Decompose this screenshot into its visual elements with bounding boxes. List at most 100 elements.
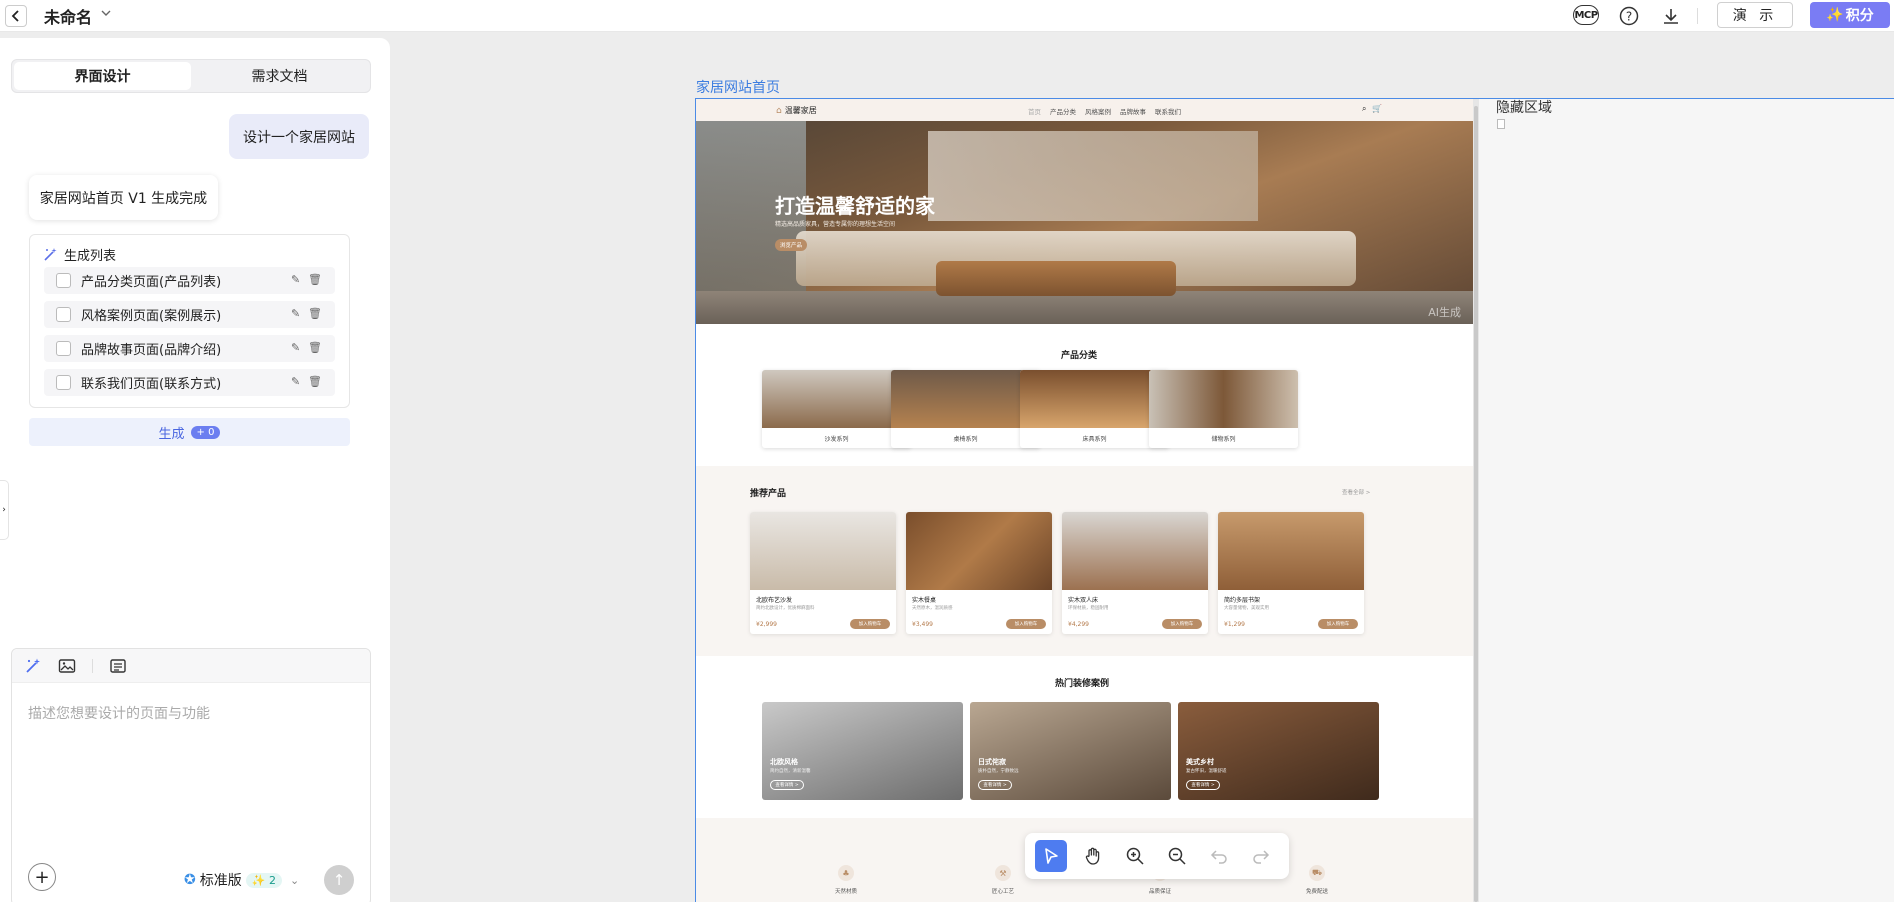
recommended-title: 推荐产品 [750, 489, 787, 499]
preview-menu-item[interactable]: 产品分类 [1050, 106, 1076, 116]
product-card[interactable]: 实木餐桌 天然原木，温润质感 ¥3,499 加入购物车 [906, 512, 1052, 634]
plus-icon: + [34, 866, 50, 888]
case-desc: 复古怀旧，温暖舒适 [1186, 769, 1227, 774]
item-checkbox[interactable] [56, 341, 71, 356]
canvas-toolbar [1025, 833, 1289, 879]
product-price: ¥3,499 [912, 621, 933, 628]
case-desc: 质朴自然，宁静致远 [978, 769, 1019, 774]
category-card[interactable]: 桌椅系列 [891, 370, 1040, 448]
generation-list: 生成列表 产品分类页面(产品列表) ✎ 🗑 风格案例页面(案例展示) ✎ 🗑 品… [29, 234, 350, 408]
product-price: ¥1,299 [1224, 621, 1245, 628]
edit-icon[interactable]: ✎ [291, 341, 300, 354]
feature-item: ⛟ 免费配送 [1287, 865, 1347, 895]
trash-icon[interactable]: 🗑 [308, 273, 322, 286]
item-label: 产品分类页面(产品列表) [81, 275, 222, 290]
trash-icon[interactable]: 🗑 [308, 341, 322, 354]
undo-icon [1210, 850, 1227, 864]
item-checkbox[interactable] [56, 307, 71, 322]
preview-logo[interactable]: ⌂ 温馨家居 [776, 105, 817, 116]
image-upload-icon[interactable] [58, 657, 76, 675]
edit-icon[interactable]: ✎ [291, 273, 300, 286]
add-to-cart-button[interactable]: 加入购物车 [1318, 619, 1358, 629]
case-detail-button[interactable]: 查看详情 > [1186, 780, 1220, 790]
product-desc: 环保材质，稳固耐用 [1068, 606, 1109, 611]
tab-requirements-doc[interactable]: 需求文档 [191, 62, 368, 90]
category-card[interactable]: 床具系列 [1020, 370, 1169, 448]
category-label: 桌椅系列 [953, 436, 978, 443]
product-name: 北欧布艺沙发 [756, 597, 793, 604]
preview-menu-item[interactable]: 品牌故事 [1120, 106, 1146, 116]
document-title[interactable]: 未命名 [44, 4, 92, 28]
zoom-in-button[interactable] [1119, 840, 1151, 872]
frame-title[interactable]: 家居网站首页 [696, 77, 780, 97]
trash-icon[interactable]: 🗑 [308, 375, 322, 388]
select-tool-button[interactable] [1035, 840, 1067, 872]
category-card[interactable]: 储物系列 [1149, 370, 1298, 448]
select-icon [1045, 848, 1058, 864]
redo-button[interactable] [1245, 840, 1277, 872]
magic-wand-icon[interactable] [24, 657, 42, 675]
demo-button[interactable]: 演 示 [1717, 2, 1793, 28]
product-card[interactable]: 北欧布艺沙发 简约北欧设计，优质棉麻面料 ¥2,999 加入购物车 [750, 512, 896, 634]
hand-icon [1085, 847, 1100, 865]
case-detail-button[interactable]: 查看详情 > [978, 780, 1012, 790]
download-icon[interactable] [1660, 5, 1682, 27]
categories-title: 产品分类 [1061, 351, 1098, 361]
product-card[interactable]: 简约多层书架 大容量储物，美观实用 ¥1,299 加入购物车 [1218, 512, 1364, 634]
back-button[interactable] [5, 5, 27, 27]
product-card[interactable]: 实木双人床 环保材质，稳固耐用 ¥4,299 加入购物车 [1062, 512, 1208, 634]
list-item: 风格案例页面(案例展示) ✎ 🗑 [44, 301, 335, 328]
preview-menu-item[interactable]: 首页 [1028, 106, 1041, 116]
hand-tool-button[interactable] [1077, 840, 1109, 872]
case-card[interactable]: 日式侘寂 质朴自然，宁静致远 查看详情 > [970, 702, 1171, 800]
document-icon[interactable] [109, 657, 127, 675]
composer-toolbar [12, 649, 370, 683]
add-to-cart-button[interactable]: 加入购物车 [1162, 619, 1202, 629]
case-card[interactable]: 美式乡村 复古怀旧，温暖舒适 查看详情 > [1178, 702, 1379, 800]
send-button[interactable]: ↑ [324, 865, 354, 895]
arrow-up-icon: ↑ [332, 871, 346, 889]
help-icon[interactable]: ? [1618, 5, 1640, 27]
home-icon: ⌂ [776, 105, 782, 116]
prompt-input[interactable]: 描述您想要设计的页面与功能 [28, 703, 210, 723]
preview-scrollbar-thumb[interactable] [1474, 106, 1478, 902]
top-bar: 未命名 MCP ? 演 示 ✨ 积分 [0, 0, 1894, 32]
feature-label: 天然材质 [834, 889, 857, 895]
item-label: 风格案例页面(案例展示) [81, 309, 222, 324]
case-desc: 简约自然，清新温馨 [770, 769, 811, 774]
view-all-link[interactable]: 查看全部 > [1342, 488, 1370, 496]
category-image [1020, 370, 1169, 428]
hero-button[interactable]: 浏览产品 [775, 239, 807, 251]
trash-icon[interactable]: 🗑 [308, 307, 322, 320]
edit-icon[interactable]: ✎ [291, 307, 300, 320]
item-label: 品牌故事页面(品牌介绍) [81, 343, 222, 358]
generate-button[interactable]: 生成 + 0 [29, 418, 350, 446]
points-button[interactable]: ✨ 积分 [1810, 2, 1890, 28]
hidden-area-item[interactable] [1497, 119, 1505, 129]
undo-button[interactable] [1203, 840, 1235, 872]
chevron-down-icon[interactable] [100, 7, 112, 19]
item-checkbox[interactable] [56, 273, 71, 288]
tab-ui-design[interactable]: 界面设计 [14, 62, 191, 90]
case-card[interactable]: 北欧风格 简约自然，清新温馨 查看详情 > [762, 702, 963, 800]
product-image [1062, 512, 1208, 590]
cart-icon[interactable]: 🛒 [1372, 104, 1382, 113]
preview-menu-item[interactable]: 联系我们 [1155, 106, 1181, 116]
sidebar-collapse-toggle[interactable]: › [0, 480, 9, 540]
svg-text:?: ? [1626, 10, 1632, 24]
case-detail-button[interactable]: 查看详情 > [770, 780, 804, 790]
add-to-cart-button[interactable]: 加入购物车 [1006, 619, 1046, 629]
generate-count-badge: + 0 [190, 425, 221, 439]
mcp-icon[interactable]: MCP [1573, 5, 1599, 25]
hero-title: 打造温馨舒适的家 [775, 194, 935, 218]
category-card[interactable]: 沙发系列 [762, 370, 911, 448]
add-to-cart-button[interactable]: 加入购物车 [850, 619, 890, 629]
preview-menu-item[interactable]: 风格案例 [1085, 106, 1111, 116]
model-tier-select[interactable]: ✪ 标准版 ✨ 2 ⌄ [184, 870, 299, 890]
edit-icon[interactable]: ✎ [291, 375, 300, 388]
add-attachment-button[interactable]: + [28, 863, 56, 891]
zoom-out-button[interactable] [1161, 840, 1193, 872]
generation-list-header: 生成列表 [43, 245, 116, 264]
search-icon[interactable]: ⌕ [1362, 104, 1366, 114]
item-checkbox[interactable] [56, 375, 71, 390]
